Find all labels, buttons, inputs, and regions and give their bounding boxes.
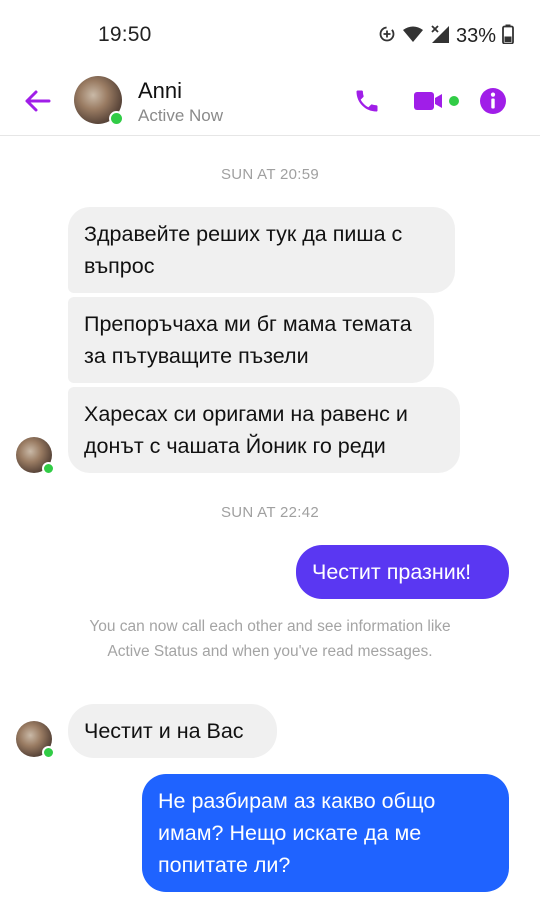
sender-avatar[interactable]	[16, 721, 55, 759]
back-arrow-icon	[25, 90, 51, 112]
incoming-message[interactable]: Здравейте реших тук да пиша с въпрос	[68, 207, 455, 293]
battery-icon	[502, 24, 514, 49]
conversation-header: Anni Active Now	[0, 64, 540, 136]
contact-avatar[interactable]	[74, 76, 124, 126]
data-saver-icon	[378, 25, 396, 48]
signal-icon	[430, 24, 450, 49]
info-icon	[480, 88, 506, 114]
info-button[interactable]	[476, 84, 510, 118]
online-indicator	[42, 462, 55, 475]
online-indicator	[109, 111, 124, 126]
sender-avatar[interactable]	[16, 437, 55, 475]
timestamp: SUN AT 22:42	[220, 504, 320, 521]
outgoing-message[interactable]: Честит празник!	[296, 545, 509, 599]
incoming-message[interactable]: Препоръчаха ми бг мама темата за пътуващ…	[68, 297, 434, 383]
phone-icon	[356, 90, 378, 112]
incoming-message[interactable]: Честит и на Вас	[68, 704, 277, 758]
battery-percent: 33%	[455, 24, 496, 47]
back-button[interactable]	[20, 84, 54, 118]
status-icons: 33%	[378, 22, 514, 50]
outgoing-message[interactable]: Не разбирам аз какво общо имам? Нещо иск…	[142, 774, 509, 892]
timestamp: SUN AT 20:59	[220, 166, 320, 183]
contact-name[interactable]: Anni	[138, 78, 182, 104]
wifi-icon	[402, 25, 424, 48]
status-bar: 19:50 33%	[0, 0, 540, 64]
chat-notice: You can now call each other and see info…	[89, 618, 451, 660]
video-camera-icon	[414, 92, 459, 110]
message-list[interactable]: SUN AT 20:59 Здравейте реших тук да пиша…	[0, 137, 540, 908]
video-call-button[interactable]	[412, 84, 462, 118]
contact-status: Active Now	[138, 106, 224, 125]
status-time: 19:50	[98, 23, 152, 46]
incoming-message[interactable]: Харесах си оригами на равенс и донът с ч…	[68, 387, 460, 473]
online-indicator	[42, 746, 55, 759]
voice-call-button[interactable]	[350, 84, 384, 118]
